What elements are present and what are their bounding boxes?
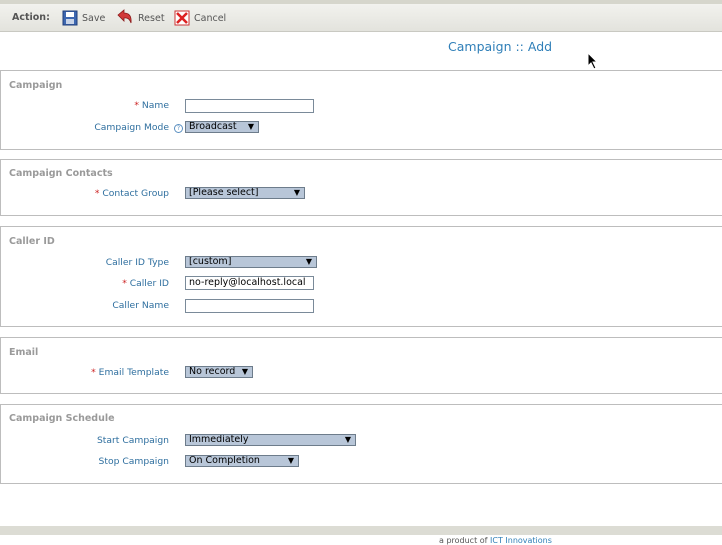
- action-bar: Action: Save Reset Cancel: [0, 4, 722, 32]
- footer-link[interactable]: ICT Innovations: [490, 536, 552, 545]
- required-mark: *: [94, 188, 100, 199]
- caller-name-input[interactable]: [185, 299, 314, 313]
- caller-name-label: Caller Name: [112, 300, 169, 311]
- name-label: * Name: [1, 100, 169, 111]
- chevron-down-icon: ▼: [305, 257, 312, 266]
- email-template-select[interactable]: No record ▼: [185, 366, 253, 378]
- chevron-down-icon: ▼: [247, 122, 254, 131]
- footer-bar: [0, 526, 722, 535]
- callerid-label-text: Caller ID: [129, 278, 169, 289]
- callerid-input[interactable]: [185, 276, 314, 290]
- mode-label: Campaign Mode: [94, 122, 169, 133]
- page-title: Campaign :: Add: [448, 39, 553, 54]
- save-button[interactable]: Save: [62, 9, 105, 27]
- contacts-section: Campaign Contacts * Contact Group [Pleas…: [0, 159, 722, 216]
- email-template-value: No record: [189, 366, 236, 377]
- section-legend: Campaign Schedule: [9, 413, 115, 424]
- campaign-mode-select[interactable]: Broadcast ▼: [185, 121, 259, 133]
- reset-button[interactable]: Reset: [116, 9, 165, 27]
- save-icon: [62, 10, 78, 26]
- start-campaign-select[interactable]: Immediately ▼: [185, 434, 356, 446]
- start-campaign-label: Start Campaign: [96, 435, 169, 446]
- chevron-down-icon: ▼: [344, 435, 351, 444]
- email-template-label-text: Email Template: [98, 367, 169, 378]
- chevron-down-icon: ▼: [287, 456, 294, 465]
- name-input[interactable]: [185, 99, 314, 113]
- reset-icon: [117, 9, 132, 24]
- email-template-label: * Email Template: [1, 367, 169, 378]
- name-label-text: Name: [141, 100, 169, 111]
- section-legend: Campaign: [9, 80, 63, 91]
- email-section: Email * Email Template No record ▼: [0, 337, 722, 394]
- action-label: Action:: [12, 12, 50, 23]
- contact-group-label: * Contact Group: [1, 188, 169, 199]
- start-campaign-value: Immediately: [189, 434, 249, 445]
- cancel-icon: [174, 10, 190, 26]
- callerid-type-label: Caller ID Type: [105, 257, 169, 268]
- callerid-type-select[interactable]: [custom] ▼: [185, 256, 317, 268]
- campaign-section: Campaign * Name Campaign Mode ? Broadcas…: [0, 70, 722, 150]
- contact-group-label-text: Contact Group: [102, 188, 169, 199]
- stop-campaign-label: Stop Campaign: [98, 456, 169, 467]
- stop-campaign-select[interactable]: On Completion ▼: [185, 455, 299, 467]
- mouse-cursor: [587, 52, 599, 70]
- contact-group-value: [Please select]: [189, 187, 259, 198]
- campaign-mode-value: Broadcast: [189, 121, 237, 132]
- contact-group-select[interactable]: [Please select] ▼: [185, 187, 305, 199]
- help-icon[interactable]: ?: [174, 124, 183, 133]
- section-legend: Caller ID: [9, 236, 55, 247]
- stop-campaign-value: On Completion: [189, 455, 260, 466]
- chevron-down-icon: ▼: [241, 367, 248, 376]
- schedule-section: Campaign Schedule Start Campaign Immedia…: [0, 404, 722, 484]
- callerid-label: * Caller ID: [1, 278, 169, 289]
- save-label: Save: [82, 12, 106, 24]
- required-mark: *: [134, 100, 139, 111]
- required-mark: *: [91, 367, 96, 378]
- required-mark: *: [122, 278, 127, 289]
- footer-text: a product of: [439, 536, 488, 545]
- section-legend: Email: [9, 347, 39, 358]
- section-legend: Campaign Contacts: [9, 168, 113, 179]
- callerid-section: Caller ID Caller ID Type [custom] ▼ * Ca…: [0, 226, 722, 327]
- footer: a product of ICT Innovations: [439, 536, 552, 545]
- cancel-label: Cancel: [194, 12, 227, 24]
- chevron-down-icon: ▼: [293, 188, 300, 197]
- cancel-button[interactable]: Cancel: [174, 9, 226, 27]
- reset-label: Reset: [138, 12, 165, 24]
- callerid-type-value: [custom]: [189, 256, 232, 267]
